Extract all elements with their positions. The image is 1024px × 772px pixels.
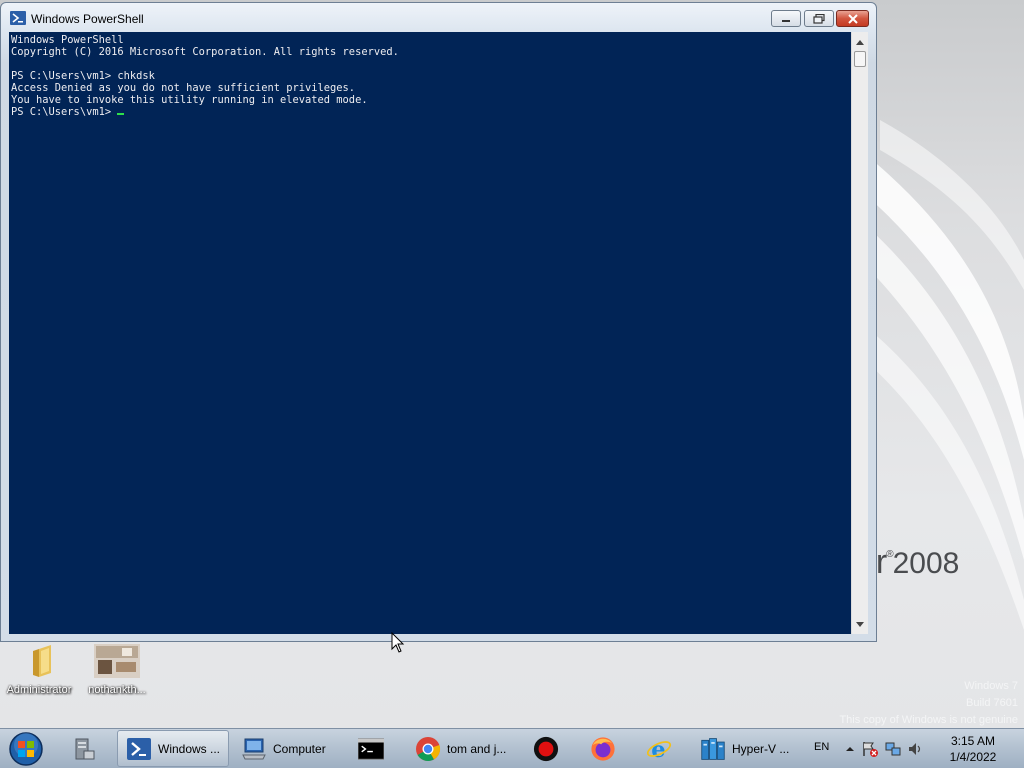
desktop-icon-administrator[interactable]: Administrator — [0, 640, 78, 696]
close-icon — [847, 13, 858, 24]
scroll-up-button[interactable] — [852, 34, 868, 50]
taskbar-hyper-v[interactable]: Hyper-V ... — [692, 730, 802, 767]
taskbar: Windows ... Computer tom and j... e Hype… — [0, 728, 1024, 768]
close-button[interactable] — [836, 10, 869, 27]
taskbar-item-label: Computer — [273, 741, 326, 756]
powershell-icon — [10, 11, 26, 25]
taskbar-item-label: tom and j... — [447, 741, 507, 756]
volume-icon[interactable] — [907, 741, 923, 757]
mouse-pointer-icon — [391, 632, 405, 653]
vertical-scrollbar[interactable] — [851, 32, 868, 634]
svg-text:e: e — [651, 736, 665, 762]
hyper-v-icon — [701, 737, 725, 760]
console-line: PS C:\Users\vm1> chkdsk — [11, 70, 155, 82]
taskbar-computer[interactable]: Computer — [233, 730, 345, 767]
watermark-line: Build 7601 — [966, 697, 1018, 709]
record-icon — [533, 736, 559, 761]
firefox-icon — [591, 736, 615, 761]
arrow-up-icon — [856, 39, 864, 45]
console-line: You have to invoke this utility running … — [11, 94, 368, 106]
watermark-line: Windows 7 — [964, 680, 1018, 692]
windows-watermark: Windows 7 Build 7601 This copy of Window… — [839, 678, 1018, 728]
restore-icon — [813, 13, 825, 24]
taskbar-chrome[interactable]: tom and j... — [407, 730, 519, 767]
desktop-icon-nothankth[interactable]: nothankth... — [78, 640, 156, 696]
start-button[interactable] — [6, 731, 46, 767]
taskbar-internet-explorer[interactable]: e — [638, 730, 688, 767]
window-title: Windows PowerShell — [31, 12, 144, 26]
desktop-icon-label: Administrator — [6, 684, 72, 696]
chrome-icon — [416, 736, 441, 761]
taskbar-clock[interactable]: 3:15 AM 1/4/2022 — [940, 733, 1006, 765]
taskbar-item-label: Windows ... — [158, 741, 221, 756]
computer-icon — [242, 738, 266, 759]
console-line: Access Denied as you do not have suffici… — [11, 82, 356, 94]
window-titlebar[interactable]: Windows PowerShell — [1, 3, 876, 31]
arrow-down-icon — [856, 621, 864, 627]
console-line: Copyright (C) 2016 Microsoft Corporation… — [11, 46, 399, 58]
language-indicator[interactable]: EN — [814, 741, 829, 753]
maximize-button[interactable] — [804, 10, 834, 27]
taskbar-item-label: Hyper-V ... — [732, 741, 790, 756]
cmd-icon — [358, 737, 384, 760]
action-center-icon[interactable] — [861, 741, 879, 757]
powershell-window[interactable]: Windows PowerShell Windows PowerShell Co… — [0, 2, 877, 642]
taskbar-windows-powershell[interactable]: Windows ... — [117, 730, 229, 767]
watermark-line: This copy of Windows is not genuine — [839, 714, 1018, 726]
system-tray — [845, 741, 923, 757]
text-cursor — [117, 113, 125, 115]
image-thumbnail-icon — [94, 644, 140, 678]
taskbar-recorder[interactable] — [525, 730, 575, 767]
console-output[interactable]: Windows PowerShell Copyright (C) 2016 Mi… — [9, 32, 851, 634]
taskbar-command-prompt[interactable] — [350, 730, 400, 767]
console-prompt: PS C:\Users\vm1> — [11, 106, 118, 118]
windows-start-orb-icon — [9, 732, 43, 766]
scrollbar-thumb[interactable] — [854, 51, 866, 67]
console-line: Windows PowerShell — [11, 34, 124, 46]
clock-time: 3:15 AM — [950, 734, 996, 748]
folder-icon — [33, 645, 51, 677]
desktop-icon-label: nothankth... — [88, 684, 146, 696]
scroll-down-button[interactable] — [852, 616, 868, 632]
network-icon[interactable] — [885, 741, 901, 757]
minimize-button[interactable] — [771, 10, 801, 27]
clock-date: 1/4/2022 — [949, 750, 997, 764]
taskbar-firefox[interactable] — [582, 730, 632, 767]
powershell-icon — [127, 737, 151, 760]
server-manager-icon — [75, 738, 95, 759]
internet-explorer-icon: e — [646, 736, 672, 762]
show-hidden-icons-icon[interactable] — [845, 744, 855, 754]
taskbar-server-manager[interactable] — [62, 730, 112, 767]
minimize-icon — [782, 19, 790, 22]
